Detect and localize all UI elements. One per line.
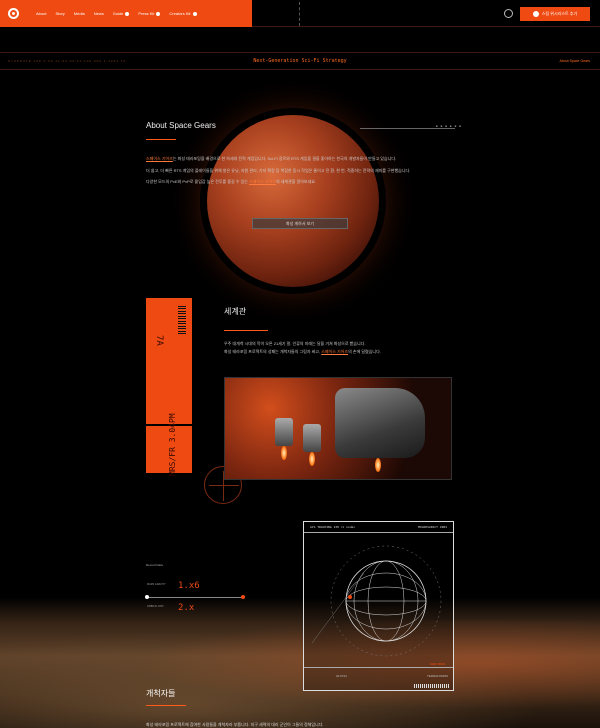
nav-item-news[interactable]: News (94, 11, 104, 16)
about-text: 는 화성 테라포밍을 배경으로 한 하세대 전략 게임입니다. Sci-Fi 장… (172, 156, 397, 161)
nav-item-about[interactable]: About (36, 11, 46, 16)
deco-code: ■ ■ ■ ■ ■ ■ (436, 124, 463, 128)
mothership-graphic (335, 388, 425, 458)
stat-slider-knob[interactable] (145, 595, 149, 599)
deco-line (360, 128, 455, 129)
wishlist-label: 스팀 위시리스트 추가 (541, 11, 578, 16)
nav-item-creators-kit[interactable]: Creators Kit (169, 11, 197, 16)
spaceship-scene-image (224, 377, 452, 480)
about-paragraph-2: 더 쉽고, 더 빠른 RTS 게임의 플레이들을 위해 발은 유닛, 자원 관리… (146, 168, 411, 173)
about-text: 의 세계관을 알아보세요. (275, 179, 317, 184)
external-link-icon (192, 11, 197, 16)
dropship-graphic (303, 424, 321, 452)
about-paragraph-3: 다양한 모드의 PvE와 PvP로 몰입감 높은 전투를 즐길 수 있는 스페이… (146, 179, 316, 185)
world-title: 세계관 (224, 307, 247, 316)
nav-item-press-kit[interactable]: Press Kit (138, 11, 161, 16)
dropship-graphic (275, 418, 293, 446)
wireframe-globe-icon (311, 545, 442, 657)
external-link-icon (156, 11, 161, 16)
hud-alert-label: MAR 18:00 (430, 662, 446, 666)
battlefield-glow (0, 620, 600, 728)
tagline: Next-Generation Sci-Fi Strategy (253, 58, 347, 64)
crew-title-rule (146, 705, 186, 706)
nav-label: News (93, 11, 104, 16)
nav-item-media[interactable]: Media (74, 11, 85, 16)
crew-paragraph: 화성 테라포밍 프로젝트에 참여한 사람들을 개척자라 부릅니다. 지구 세력의… (146, 722, 324, 727)
external-link-icon (125, 11, 130, 16)
hud-bottom-right-label: TERRAFORMS (427, 674, 448, 678)
mars-planet-image (207, 115, 379, 287)
nav-item-guide[interactable]: Guide (113, 11, 130, 16)
ticket-code: 7A (154, 335, 164, 346)
world-paragraph-2: 화성 테라포밍 프로젝트의 성패는 개척자들의 그림자 싸고, 스페이스 기어즈… (224, 349, 381, 355)
crew-title: 개척자들 (146, 689, 176, 698)
hud-tracking-label: ACS TRACKING 130 rx node> (310, 525, 356, 529)
hud-bottom-left-label: 02.6724 (336, 674, 347, 678)
stat-slider-end (241, 595, 245, 599)
nav-label: Press Kit (138, 11, 155, 16)
nav-label: Creators Kit (169, 11, 191, 16)
stat-slider-track (146, 597, 244, 598)
tagline-strip: S=UPDATE 400 X:00 41.52 30:21 190 000 1.… (0, 52, 600, 70)
stat-label: ORBITAL DIST (147, 605, 164, 608)
barcode-graphic (178, 306, 186, 336)
logo-icon[interactable] (8, 8, 19, 19)
steam-wishlist-button[interactable]: 스팀 위시리스트 추가 (520, 7, 590, 21)
ticket-code-secondary: MRS/FR 3.04PM (168, 413, 177, 476)
hud-divider (304, 667, 453, 668)
world-text: 화성 테라포밍 프로젝트의 성패는 개척자들의 그림자 싸고, (224, 349, 322, 354)
nav-label: Guide (112, 11, 124, 16)
stat-label: MARS GRAVITY (147, 583, 166, 586)
record-label: Record Data (146, 563, 163, 567)
nav-label: Story (55, 11, 65, 16)
nav-label: Media (73, 11, 85, 16)
about-text: 다양한 모드의 PvE와 PvP로 몰입감 높은 전투를 즐길 수 있는 (146, 179, 250, 184)
nav-label: About (36, 11, 47, 16)
thruster-flame (309, 452, 315, 466)
hud-globe-panel: ACS TRACKING 130 rx node> MOLNOSUPACT 49… (303, 521, 454, 691)
thruster-flame (281, 446, 287, 460)
section-indicator: About Space Gears (559, 59, 590, 63)
about-title: About Space Gears (146, 121, 216, 130)
about-title-rule (146, 139, 176, 140)
world-text: 의 손에 달렸습니다. (348, 349, 381, 354)
game-name-highlight: 스페이스 기어즈 (249, 179, 276, 184)
game-name-highlight: 스페이스 기어즈 (146, 156, 173, 161)
steam-icon (532, 11, 539, 17)
language-globe-icon[interactable] (504, 9, 513, 18)
world-title-rule (224, 330, 268, 331)
top-nav: About Story Media News Guide Press Kit C… (0, 0, 252, 27)
game-name-highlight: 스페이스 기어즈 (321, 349, 349, 354)
stat-value: 2.x (178, 603, 195, 613)
hud-code-label: MOLNOSUPACT 4904 (418, 525, 447, 529)
world-paragraph-1: 우주 대개척 시대의 막이 오른 21세기 말, 인류의 미래는 달을 거쳐 화… (224, 341, 366, 346)
center-tick-decor (299, 2, 300, 26)
stat-value: 1.x6 (178, 581, 200, 591)
header-divider (252, 26, 600, 27)
about-paragraph-1: 스페이스 기어즈는 화성 테라포밍을 배경으로 한 하세대 전략 게임입니다. … (146, 156, 396, 162)
hud-barcode-graphic (414, 684, 450, 688)
thruster-flame (375, 458, 381, 472)
view-more-button[interactable]: 화성 게하서 보기 (252, 218, 348, 229)
boarding-ticket-graphic: 7A MRS/FR 3.04PM (146, 298, 192, 476)
nav-item-story[interactable]: Story (55, 11, 64, 16)
